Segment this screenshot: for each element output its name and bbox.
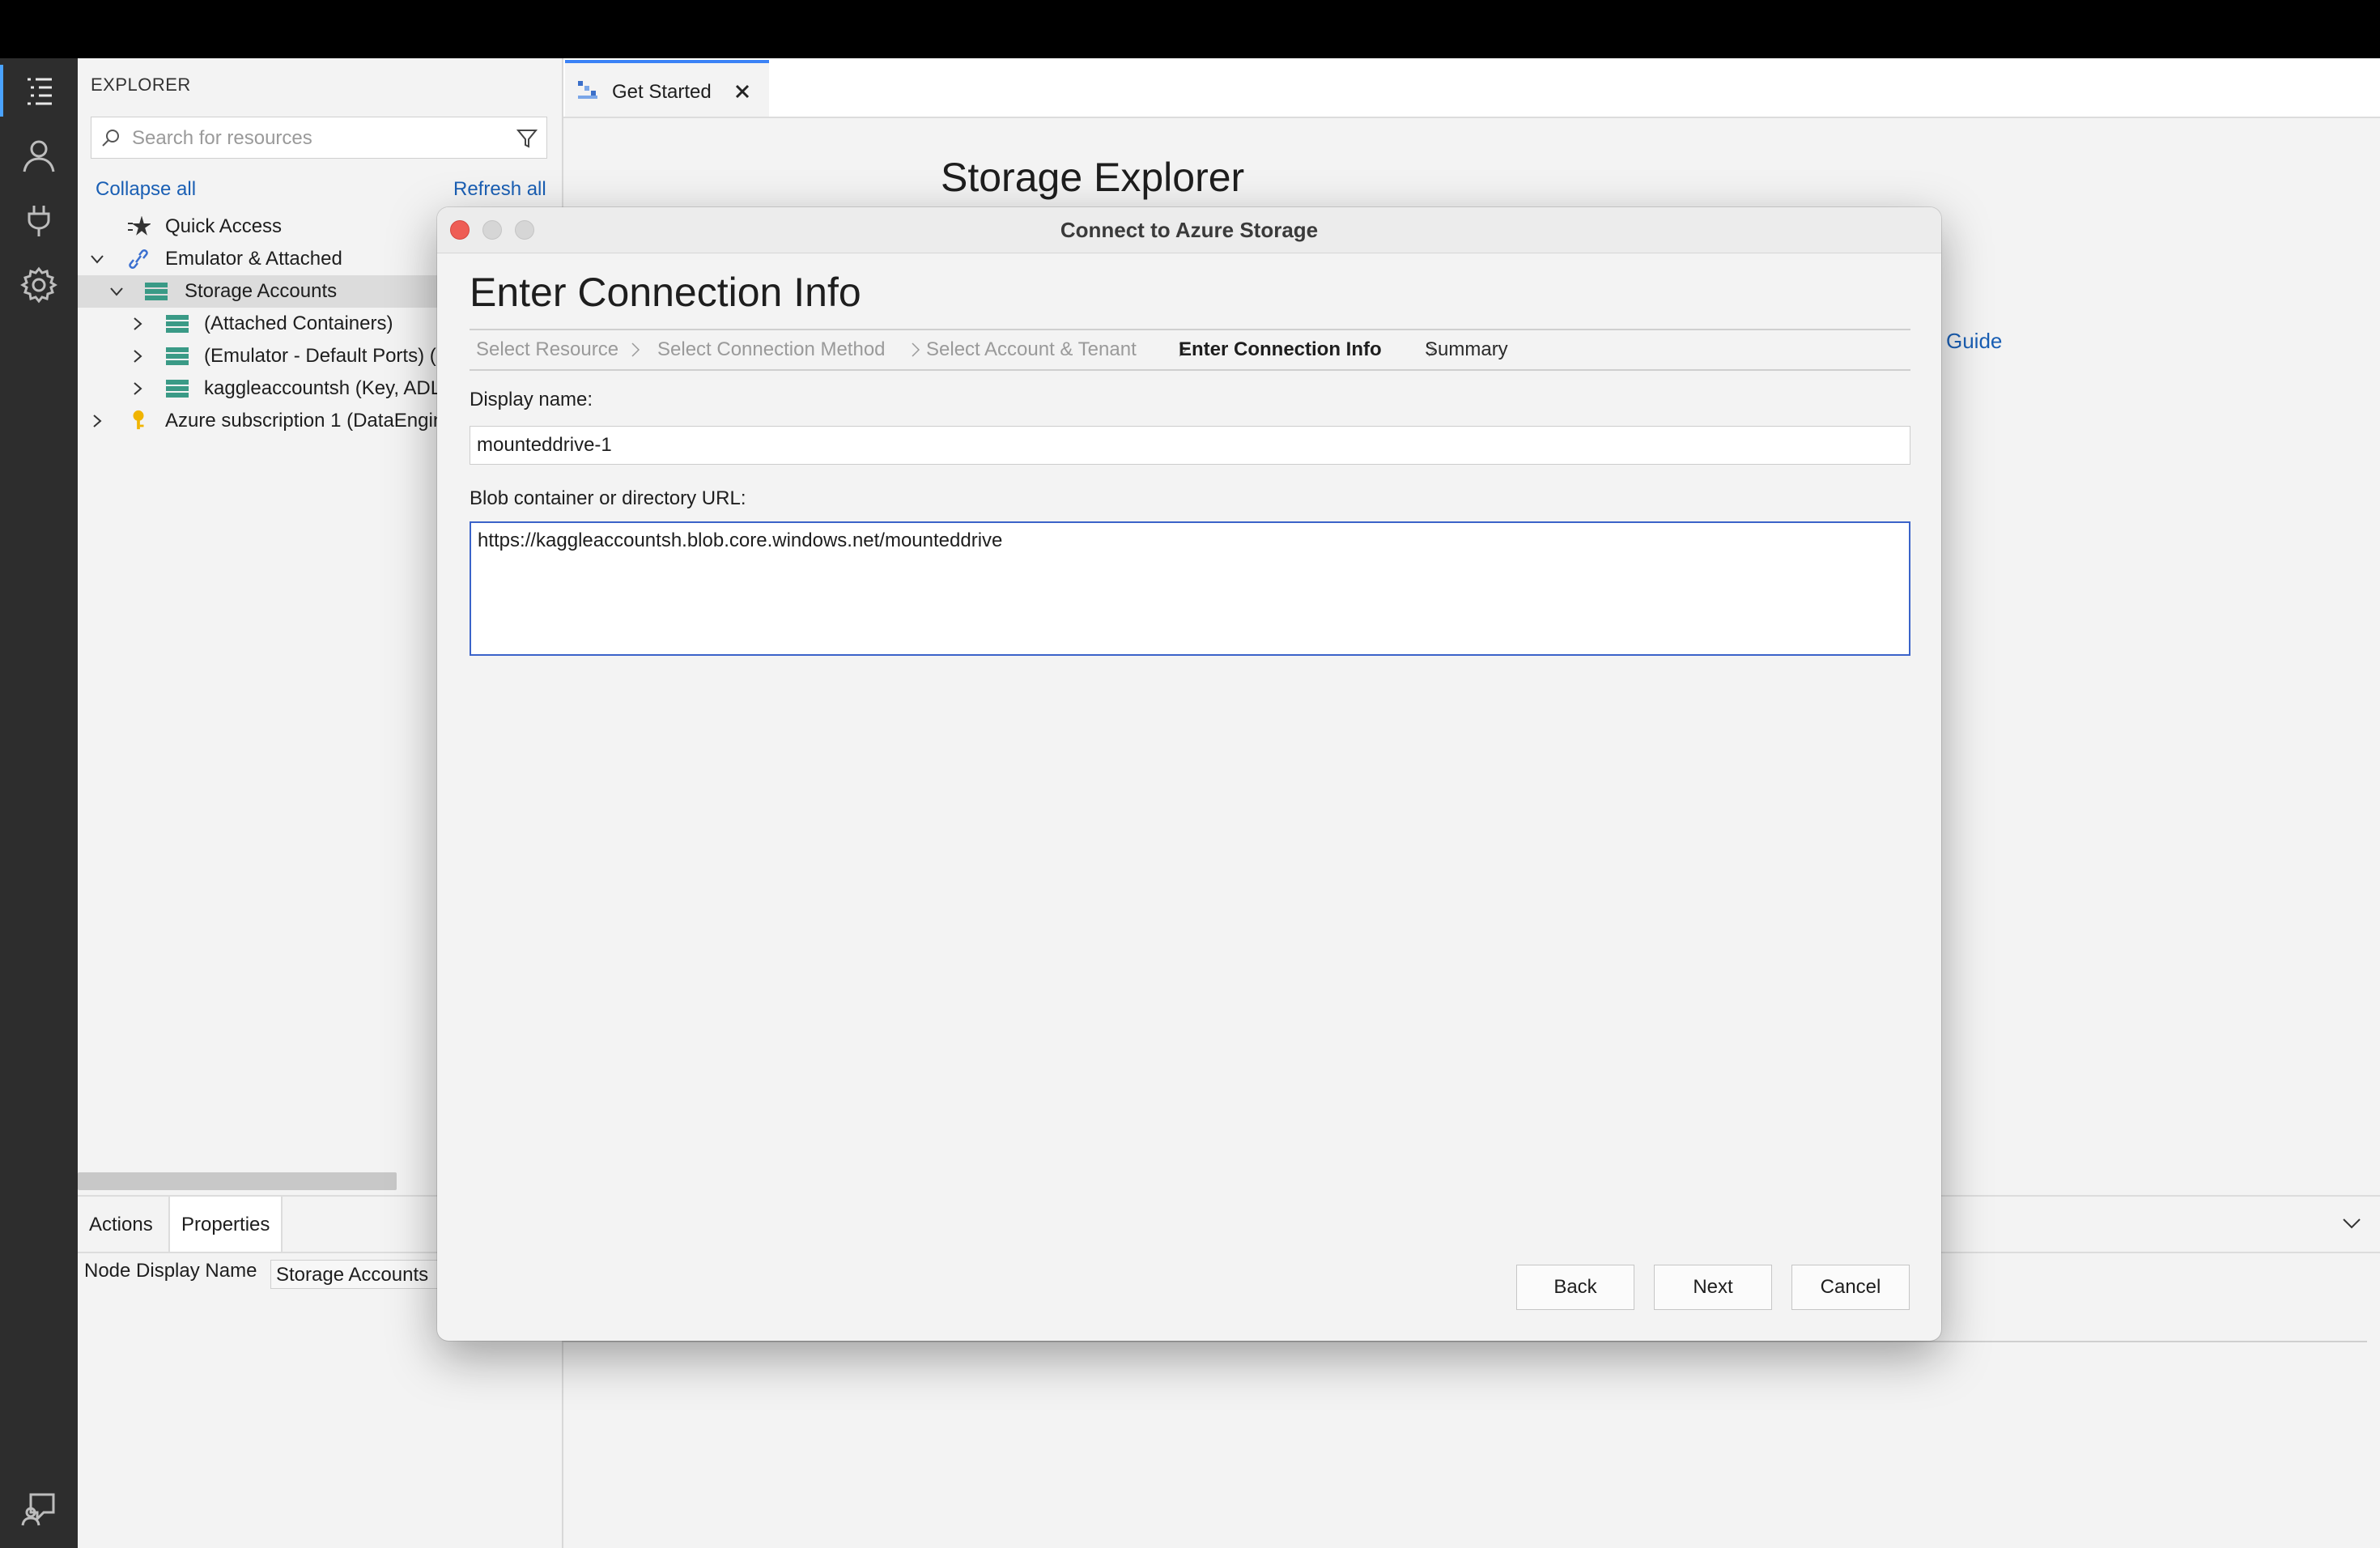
- property-name: Node Display Name: [84, 1260, 257, 1282]
- tree-item-label: Azure subscription 1 (DataEngineer): [165, 410, 478, 432]
- step-select-resource[interactable]: Select Resource: [476, 330, 618, 369]
- storage-account-icon: [145, 283, 168, 300]
- search-box: [91, 117, 547, 159]
- search-input[interactable]: [130, 117, 506, 159]
- chevron-right-icon[interactable]: [130, 381, 146, 397]
- guide-link[interactable]: Guide: [1946, 329, 2002, 354]
- plug-icon[interactable]: [0, 188, 78, 253]
- back-button[interactable]: Back: [1516, 1265, 1634, 1310]
- editor-tab-bar: [563, 58, 2380, 118]
- chevron-right-icon[interactable]: [89, 413, 105, 429]
- key-icon: [133, 410, 144, 430]
- collapse-all-link[interactable]: Collapse all: [96, 178, 196, 201]
- dialog-titlebar: Connect to Azure Storage: [437, 207, 1941, 253]
- wizard-breadcrumb: Select Resource Select Connection Method…: [470, 329, 1910, 371]
- tree-item-label: Emulator & Attached: [165, 248, 342, 270]
- cancel-button[interactable]: Cancel: [1791, 1265, 1910, 1310]
- storage-account-icon: [166, 380, 189, 398]
- url-label: Blob container or directory URL:: [470, 487, 746, 509]
- blob-url-field[interactable]: https://kaggleaccountsh.blob.core.window…: [470, 521, 1910, 656]
- refresh-all-link[interactable]: Refresh all: [453, 178, 546, 201]
- divider: [562, 1341, 2367, 1342]
- storage-account-icon: [166, 315, 189, 333]
- explorer-list-icon[interactable]: [0, 58, 78, 123]
- chevron-down-icon[interactable]: [108, 283, 125, 300]
- property-value: Storage Accounts: [270, 1260, 465, 1289]
- tree-item-label: Quick Access: [165, 215, 283, 237]
- tab-get-started[interactable]: Get Started: [565, 60, 769, 117]
- explorer-title: EXPLORER: [91, 74, 191, 95]
- page-title: Storage Explorer: [941, 155, 1245, 200]
- chevron-right-icon[interactable]: [130, 348, 146, 364]
- step-select-account-tenant[interactable]: Select Account & Tenant: [926, 330, 1137, 369]
- chevron-down-icon[interactable]: [89, 251, 105, 267]
- tab-actions[interactable]: Actions: [78, 1197, 164, 1253]
- storage-account-icon: [166, 347, 189, 365]
- close-icon[interactable]: [733, 83, 751, 100]
- tree-item-label: Storage Accounts: [185, 280, 338, 302]
- tree-item-label: (Emulator - Default Ports) (Key): [204, 345, 477, 367]
- connect-dialog: Connect to Azure Storage Enter Connectio…: [437, 207, 1941, 1341]
- dialog-title: Connect to Azure Storage: [1060, 218, 1319, 242]
- step-summary: Summary: [1425, 338, 1508, 360]
- horizontal-scrollbar[interactable]: [78, 1172, 397, 1190]
- tab-label: Get Started: [612, 81, 712, 103]
- activity-bar: [0, 58, 78, 1548]
- dialog-heading: Enter Connection Info: [470, 270, 861, 315]
- chevron-right-icon[interactable]: [130, 316, 146, 332]
- top-black-bar: [0, 0, 2380, 58]
- chevron-down-icon[interactable]: [2340, 1211, 2364, 1235]
- link-icon: [129, 249, 148, 269]
- settings-gear-icon[interactable]: [0, 253, 78, 317]
- get-started-icon: [578, 81, 597, 99]
- feedback-icon[interactable]: [0, 1477, 78, 1542]
- step-select-connection-method[interactable]: Select Connection Method: [657, 330, 886, 369]
- step-enter-connection-info: Enter Connection Info: [1179, 338, 1382, 360]
- tab-properties[interactable]: Properties: [168, 1197, 283, 1253]
- chevron-right-icon: [631, 342, 640, 357]
- next-button[interactable]: Next: [1654, 1265, 1772, 1310]
- filter-icon[interactable]: [516, 127, 538, 150]
- quick-access-icon: [128, 216, 151, 236]
- tree-item-label: (Attached Containers): [204, 313, 393, 334]
- display-name-field[interactable]: [470, 426, 1910, 465]
- display-name-label: Display name:: [470, 389, 593, 410]
- search-icon: [102, 130, 119, 147]
- chevron-right-icon: [912, 342, 920, 357]
- account-person-icon[interactable]: [0, 123, 78, 188]
